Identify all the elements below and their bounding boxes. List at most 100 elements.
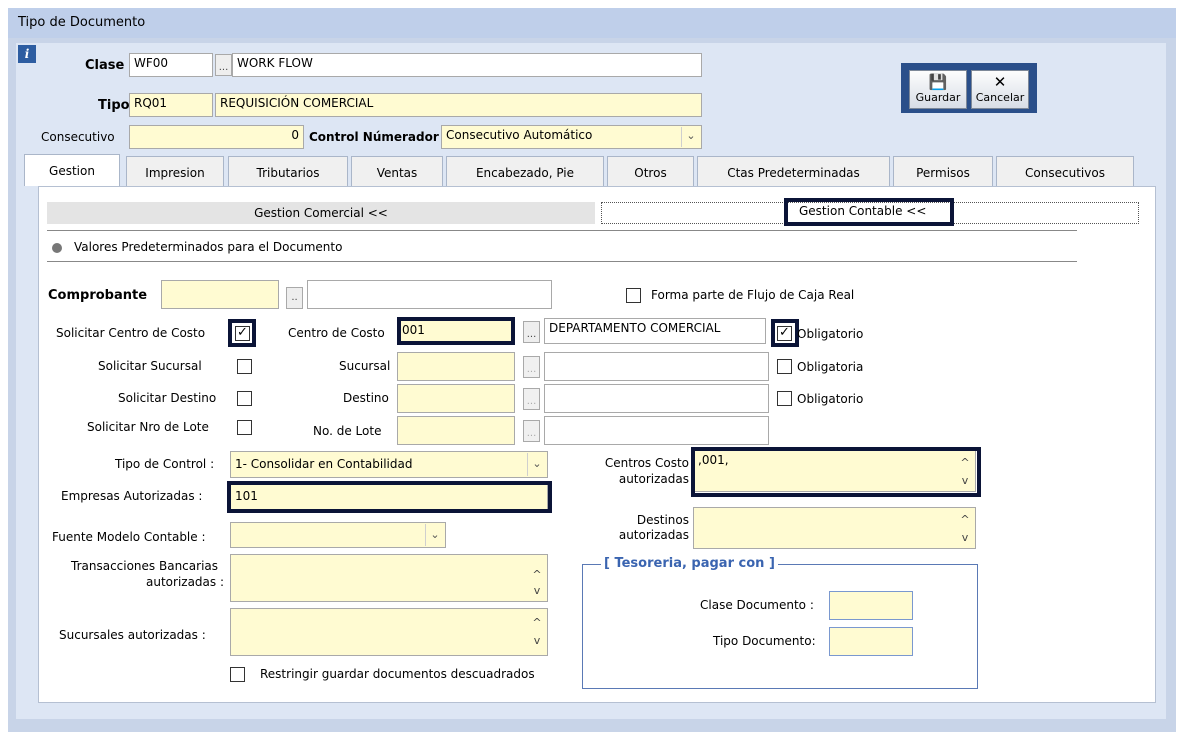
tipo-label: Tipo bbox=[98, 98, 130, 113]
centros-aut-label-2: autorizadas bbox=[618, 472, 689, 486]
lote-desc-input[interactable] bbox=[544, 416, 769, 445]
divider bbox=[47, 230, 1077, 231]
tab-permisos[interactable]: Permisos bbox=[893, 156, 993, 186]
tesoreria-clase-label: Clase Documento : bbox=[700, 598, 814, 612]
tab-otros[interactable]: Otros bbox=[607, 156, 694, 186]
lote-input[interactable] bbox=[397, 416, 515, 445]
highlight-solicitar-cc bbox=[228, 319, 256, 347]
scroll-up-icon[interactable]: ^ bbox=[959, 514, 971, 526]
cancelar-label: Cancelar bbox=[975, 91, 1025, 104]
restringir-checkbox[interactable] bbox=[230, 667, 245, 682]
tipo-control-value: 1- Consolidar en Contabilidad bbox=[235, 457, 413, 471]
close-icon: ✕ bbox=[993, 73, 1007, 91]
comprobante-label: Comprobante bbox=[48, 288, 148, 303]
tab-bar: Gestion Impresion Tributarios Ventas Enc… bbox=[24, 154, 1154, 186]
divider bbox=[47, 261, 1077, 262]
highlight-centro-costo bbox=[397, 317, 515, 345]
tab-gestion[interactable]: Gestion bbox=[24, 154, 120, 186]
centro-costo-desc-input[interactable]: DEPARTAMENTO COMERCIAL bbox=[544, 318, 766, 344]
highlight-centros-aut bbox=[691, 447, 981, 497]
sucursales-aut-textarea[interactable]: ^ v bbox=[230, 608, 548, 656]
subtab-gestion-comercial-label: Gestion Comercial << bbox=[254, 206, 388, 220]
section-title: Valores Predeterminados para el Document… bbox=[74, 240, 343, 254]
tab-encabezado-pie[interactable]: Encabezado, Pie bbox=[446, 156, 604, 186]
sucursal-lookup-button[interactable]: ... bbox=[523, 356, 540, 378]
tipo-code-input[interactable]: RQ01 bbox=[129, 93, 213, 117]
control-numerador-select[interactable]: Consecutivo Automático ⌄ bbox=[441, 125, 702, 149]
solicitar-lote-checkbox[interactable] bbox=[237, 420, 252, 435]
transacciones-textarea[interactable]: ^ v bbox=[230, 554, 548, 602]
comprobante-input[interactable] bbox=[161, 280, 279, 309]
clase-code-input[interactable]: WF00 bbox=[129, 53, 213, 77]
chevron-down-icon[interactable]: ⌄ bbox=[681, 127, 700, 147]
guardar-label: Guardar bbox=[915, 91, 961, 104]
tab-panel: Gestion Comercial << Gestion Contable <<… bbox=[38, 186, 1156, 703]
scroll-up-icon[interactable]: ^ bbox=[531, 617, 543, 629]
chevron-down-icon[interactable]: ⌄ bbox=[527, 453, 546, 476]
clase-desc-input[interactable]: WORK FLOW bbox=[232, 53, 702, 77]
restringir-label: Restringir guardar documentos descuadrad… bbox=[260, 667, 535, 681]
comprobante-lookup-button[interactable]: .. bbox=[286, 287, 303, 309]
solicitar-destino-checkbox[interactable] bbox=[237, 391, 252, 406]
consecutivo-label: Consecutivo bbox=[41, 130, 115, 144]
chevron-down-icon[interactable]: ⌄ bbox=[425, 524, 444, 546]
control-numerador-value: Consecutivo Automático bbox=[446, 128, 593, 142]
clase-lookup-button[interactable]: ... bbox=[215, 54, 232, 76]
flujo-caja-checkbox[interactable] bbox=[626, 288, 641, 303]
tipo-control-select[interactable]: 1- Consolidar en Contabilidad ⌄ bbox=[230, 451, 548, 478]
tab-consecutivos[interactable]: Consecutivos bbox=[996, 156, 1134, 186]
highlight-obligatorio-cc bbox=[771, 319, 799, 347]
obligatorio-cc-label: Obligatorio bbox=[797, 327, 864, 341]
centros-aut-label-1: Centros Costo bbox=[604, 456, 689, 470]
main-window: Tipo de Documento i Clase WF00 ... WORK … bbox=[8, 8, 1176, 732]
scroll-down-icon[interactable]: v bbox=[531, 585, 543, 597]
destinos-aut-label-2: autorizadas bbox=[618, 528, 689, 542]
solicitar-cc-label: Solicitar Centro de Costo bbox=[56, 326, 206, 340]
obligatoria-suc-label: Obligatoria bbox=[797, 360, 864, 374]
fuente-select[interactable]: ⌄ bbox=[230, 522, 446, 548]
centro-costo-lookup-button[interactable]: ... bbox=[523, 321, 540, 343]
sucursales-aut-label: Sucursales autorizadas : bbox=[59, 628, 206, 642]
scroll-up-icon[interactable]: ^ bbox=[531, 569, 543, 581]
destinos-aut-label-1: Destinos bbox=[636, 513, 689, 527]
obligatorio-dest-checkbox[interactable] bbox=[777, 391, 792, 406]
destino-lookup-button[interactable]: ... bbox=[523, 388, 540, 410]
destino-desc-input[interactable] bbox=[544, 384, 769, 413]
comprobante-desc-input[interactable] bbox=[307, 280, 552, 309]
window-title: Tipo de Documento bbox=[8, 8, 1176, 38]
tesoreria-tipo-label: Tipo Documento: bbox=[713, 634, 816, 648]
highlight-empresas bbox=[227, 481, 552, 513]
cancelar-button[interactable]: ✕ Cancelar bbox=[971, 70, 1029, 109]
tesoreria-tipo-input[interactable] bbox=[829, 627, 913, 656]
solicitar-sucursal-checkbox[interactable] bbox=[237, 359, 252, 374]
fuente-label: Fuente Modelo Contable : bbox=[52, 530, 206, 544]
tab-ventas[interactable]: Ventas bbox=[351, 156, 443, 186]
sucursal-desc-input[interactable] bbox=[544, 352, 769, 381]
form-content: i Clase WF00 ... WORK FLOW Tipo RQ01 REQ… bbox=[16, 43, 1166, 719]
tipo-desc-input[interactable]: REQUISICIÓN COMERCIAL bbox=[215, 93, 702, 117]
info-icon[interactable]: i bbox=[18, 45, 36, 63]
control-numerador-label: Control Númerador : bbox=[309, 130, 448, 144]
destino-input[interactable] bbox=[397, 384, 515, 413]
tab-impresion[interactable]: Impresion bbox=[126, 156, 224, 186]
obligatoria-suc-checkbox[interactable] bbox=[777, 359, 792, 374]
flujo-caja-label: Forma parte de Flujo de Caja Real bbox=[651, 288, 855, 302]
sucursal-input[interactable] bbox=[397, 352, 515, 381]
empresas-label: Empresas Autorizadas : bbox=[61, 489, 203, 503]
solicitar-lote-label: Solicitar Nro de Lote bbox=[87, 420, 209, 434]
destinos-aut-textarea[interactable]: ^ v bbox=[693, 507, 976, 549]
destino-label: Destino bbox=[343, 391, 389, 405]
scroll-down-icon[interactable]: v bbox=[959, 532, 971, 544]
consecutivo-input[interactable]: 0 bbox=[129, 125, 304, 149]
guardar-button[interactable]: 💾 Guardar bbox=[909, 70, 967, 109]
tesoreria-clase-input[interactable] bbox=[829, 591, 913, 620]
tab-tributarios[interactable]: Tributarios bbox=[228, 156, 348, 186]
info-icon-glyph: i bbox=[24, 47, 30, 61]
solicitar-destino-label: Solicitar Destino bbox=[118, 391, 217, 405]
transacciones-label-2: autorizadas : bbox=[146, 575, 225, 589]
highlight-gestion-contable bbox=[784, 198, 954, 226]
tab-ctas-predeterminadas[interactable]: Ctas Predeterminadas bbox=[697, 156, 890, 186]
scroll-down-icon[interactable]: v bbox=[531, 635, 543, 647]
subtab-gestion-comercial[interactable]: Gestion Comercial << bbox=[47, 202, 595, 224]
lote-lookup-button[interactable]: ... bbox=[523, 420, 540, 442]
